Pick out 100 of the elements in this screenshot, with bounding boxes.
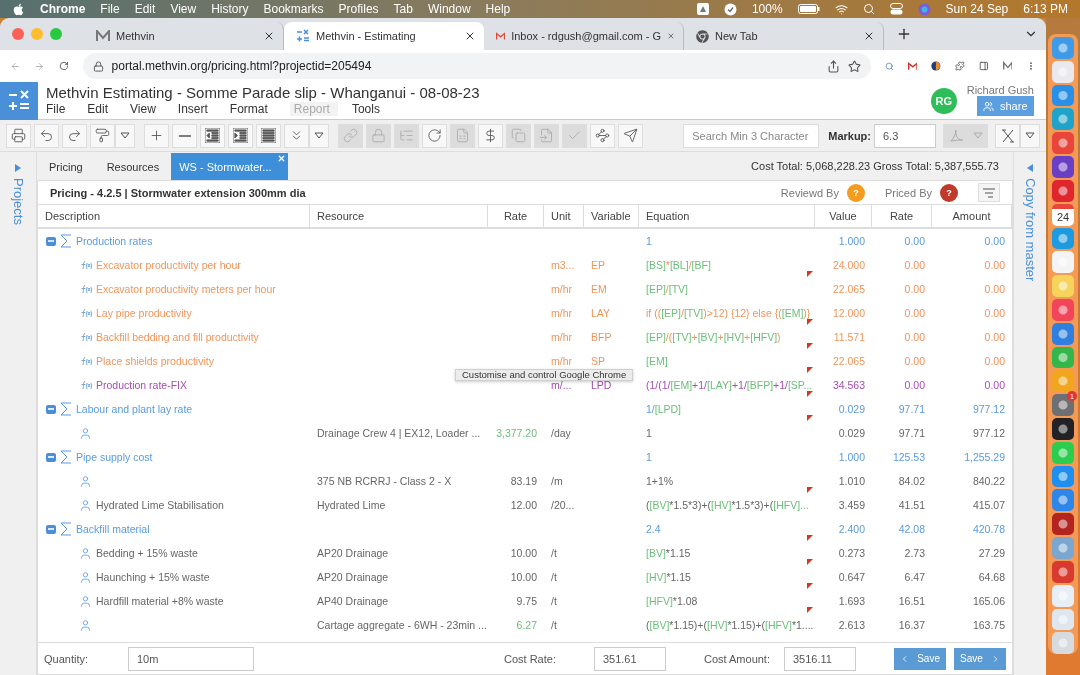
collapse-icon[interactable] xyxy=(46,236,56,246)
expand-panel-icon[interactable] xyxy=(15,164,21,172)
close-icon[interactable] xyxy=(263,30,275,42)
close-icon[interactable] xyxy=(464,30,476,42)
cost-amount-field[interactable]: 3516.11 xyxy=(784,646,856,671)
menu-item[interactable]: Edit xyxy=(134,2,156,16)
menu-item[interactable]: View xyxy=(170,2,197,16)
amount-text: 0.00 xyxy=(984,331,1005,343)
format-button[interactable] xyxy=(90,123,115,148)
outdent-button[interactable] xyxy=(200,123,225,148)
date-text[interactable]: Sun 24 Sep xyxy=(945,2,1009,16)
sigma-icon xyxy=(60,450,72,464)
menu-item[interactable]: File xyxy=(46,102,74,116)
menu-item[interactable]: Chrome xyxy=(40,2,86,16)
menu-item[interactable]: Window xyxy=(427,2,471,16)
cost-rate-field[interactable]: 351.61 xyxy=(593,646,666,671)
file-import-icon xyxy=(539,128,554,143)
menu-item[interactable]: Edit xyxy=(87,102,117,116)
column-header[interactable]: Amount xyxy=(952,210,991,222)
reviewer-badge[interactable]: ? xyxy=(940,183,958,202)
close-icon[interactable] xyxy=(863,30,875,42)
indent-button[interactable] xyxy=(228,123,253,148)
app-icon[interactable] xyxy=(1052,156,1074,178)
equation-text: 1 xyxy=(646,427,652,439)
column-header[interactable]: Equation xyxy=(646,210,690,222)
app-icon[interactable] xyxy=(1052,513,1074,536)
app-icon[interactable] xyxy=(1052,418,1074,440)
column-header[interactable]: Value xyxy=(829,210,857,222)
user-name: Richard Gush xyxy=(966,84,1034,96)
reload-icon[interactable] xyxy=(58,59,69,73)
column-header[interactable]: Description xyxy=(45,210,101,222)
zoom-window-icon[interactable] xyxy=(50,28,62,40)
bookmark-icon[interactable] xyxy=(847,59,861,73)
quantity-field[interactable]: 10m xyxy=(128,646,254,671)
redo-button[interactable] xyxy=(62,123,87,148)
column-header[interactable]: Resource xyxy=(317,210,365,222)
tab[interactable]: Resources xyxy=(94,153,172,180)
align-button[interactable] xyxy=(256,123,281,148)
price-button[interactable] xyxy=(478,123,503,148)
menu-item[interactable]: File xyxy=(100,2,120,16)
clock-text[interactable]: 6:13 PM xyxy=(1023,2,1068,16)
wifi-icon[interactable] xyxy=(834,2,848,16)
expand-panel-icon[interactable] xyxy=(1027,164,1033,172)
extensions-icon[interactable] xyxy=(955,59,965,73)
remove-button[interactable] xyxy=(172,123,197,148)
description-text: Lay pipe productivity xyxy=(96,307,192,319)
excel-export-button[interactable] xyxy=(995,123,1020,148)
collapse-icon[interactable] xyxy=(46,404,56,414)
calendar-app-icon[interactable]: 24 xyxy=(1052,203,1074,226)
check-badge-icon[interactable] xyxy=(723,2,737,16)
column-header[interactable]: Unit xyxy=(551,210,571,222)
address-bar[interactable]: portal.methvin.org/pricing.html?projectid=205494 xyxy=(82,53,871,79)
new-tab-icon[interactable] xyxy=(896,26,912,42)
markup-field[interactable]: 6.3 xyxy=(874,123,936,148)
dropdown-button[interactable] xyxy=(309,123,329,148)
menu-item[interactable]: History xyxy=(211,2,249,16)
equation-text: if (([EP]/[TV])>12) {12} else {([EM])} xyxy=(646,307,811,319)
share-icon[interactable] xyxy=(826,59,840,73)
filter-button[interactable] xyxy=(978,183,1000,202)
refresh-button[interactable] xyxy=(422,123,447,148)
paint-roller-icon xyxy=(95,128,110,143)
menu-item[interactable]: Format xyxy=(229,102,276,116)
select-button[interactable] xyxy=(590,123,615,148)
minus-icon xyxy=(178,134,191,137)
search-icon[interactable] xyxy=(862,3,875,15)
search-field[interactable]: Search Min 3 Character xyxy=(683,123,820,148)
menu-item[interactable]: Help xyxy=(485,2,511,16)
menu-item[interactable]: Profiles xyxy=(338,2,379,16)
column-header[interactable]: Rate xyxy=(889,210,914,222)
browser-tab[interactable]: Methvin - Estimating xyxy=(284,22,484,50)
close-window-icon[interactable] xyxy=(12,28,24,40)
person-icon xyxy=(79,570,92,584)
column-header[interactable]: Rate xyxy=(503,210,528,222)
extension-icon[interactable] xyxy=(931,59,942,73)
mail-icon[interactable] xyxy=(907,60,918,72)
dropdown-button[interactable] xyxy=(115,123,135,148)
collapse-icon[interactable] xyxy=(46,524,56,534)
print-button[interactable] xyxy=(6,123,31,148)
column-header[interactable]: Variable xyxy=(591,210,631,222)
description-text: Excavator productivity meters per hour xyxy=(96,283,276,295)
menu-item[interactable]: Tab xyxy=(393,2,413,16)
menu-item[interactable]: Tools xyxy=(351,102,388,116)
drive-icon[interactable] xyxy=(696,3,709,15)
undo-button[interactable] xyxy=(34,123,59,148)
apple-icon[interactable] xyxy=(12,2,25,16)
side-panel-icon[interactable] xyxy=(978,59,989,73)
app-logo[interactable] xyxy=(0,82,38,120)
menu-item[interactable]: Bookmarks xyxy=(263,2,324,16)
siri-icon[interactable] xyxy=(917,2,931,16)
send-button[interactable] xyxy=(618,123,643,148)
menu-item[interactable]: Insert xyxy=(177,102,216,116)
dropdown-button[interactable] xyxy=(1020,123,1040,148)
menu-item[interactable]: View xyxy=(130,102,164,116)
add-button[interactable] xyxy=(144,123,169,148)
logo-icon[interactable] xyxy=(1002,60,1013,72)
unit-text: /day xyxy=(551,427,571,439)
battery-icon[interactable] xyxy=(797,4,820,14)
tab[interactable]: Pricing xyxy=(37,153,95,180)
control-center-icon[interactable] xyxy=(889,3,903,15)
collapse-icon[interactable] xyxy=(46,452,56,462)
